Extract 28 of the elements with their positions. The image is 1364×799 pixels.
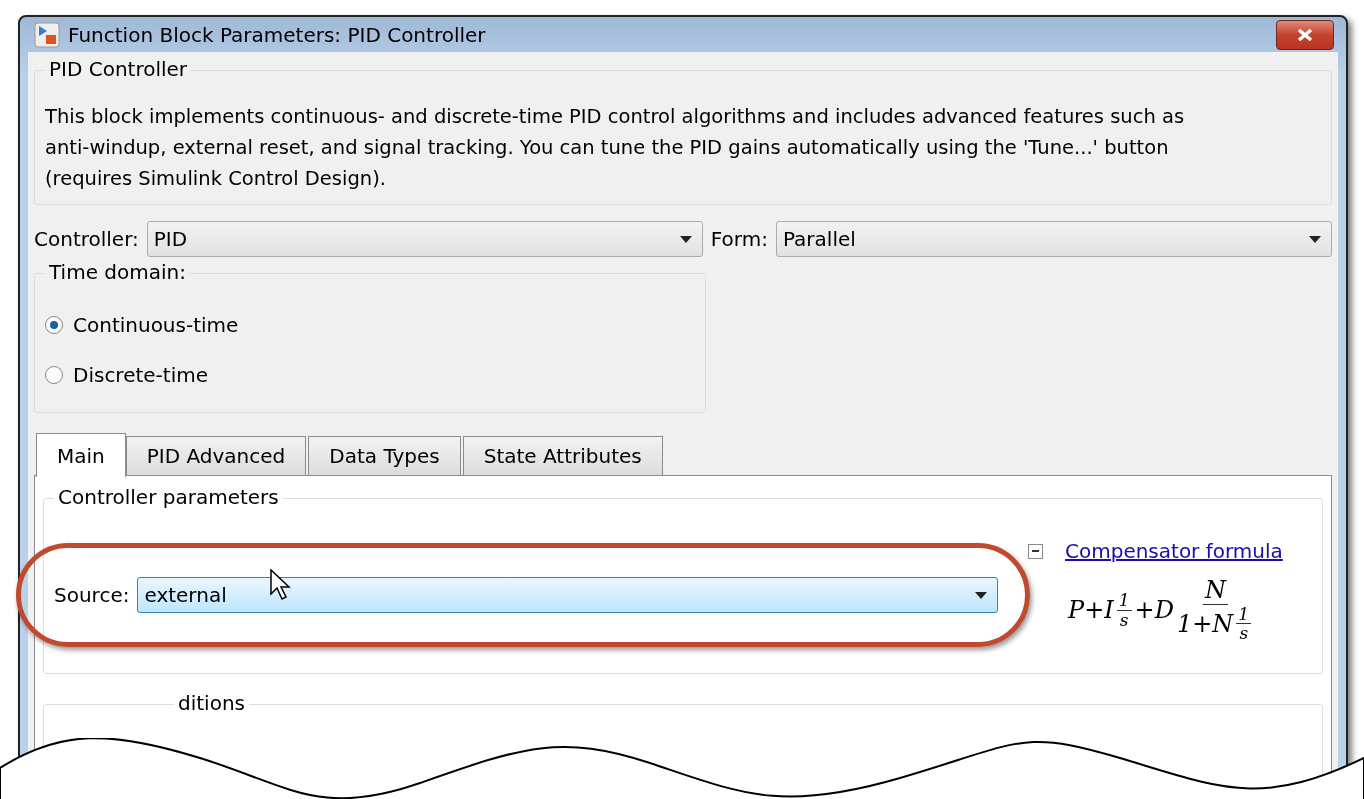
controller-dropdown[interactable]: PID	[146, 221, 703, 258]
radio-label: Discrete-time	[73, 363, 208, 388]
formula-fraction: 1 s	[1116, 590, 1132, 630]
tab[interactable]: Data Types	[308, 436, 461, 477]
field-label: Controller:	[34, 227, 139, 252]
dropdown-caret-icon	[679, 235, 692, 243]
block-diagram-icon	[34, 21, 60, 48]
mouse-pointer-icon	[270, 569, 292, 602]
tab[interactable]: State Attributes	[462, 436, 663, 477]
collapse-toggle[interactable]	[1028, 543, 1043, 559]
dropdown-caret-icon	[975, 591, 987, 599]
description-text: This block implements continuous- and discrete-time PID control algorithms and includes advanced features such as anti-windup, external reset, and signal tracking. You can tune the PID gains automatically using the 'Tune...' button (requires Simulink Control Design).	[45, 104, 1186, 193]
tab[interactable]: Main	[36, 433, 126, 478]
radio-button[interactable]	[45, 366, 63, 385]
field-label: Source:	[54, 583, 130, 608]
compensator-formula-link[interactable]: Compensator formula	[1065, 539, 1283, 564]
formula-text: P+I	[1068, 596, 1114, 625]
dropdown-caret-icon	[1309, 235, 1321, 243]
window-title: Function Block Parameters: PID Controller	[68, 22, 487, 47]
field-label: Form:	[710, 227, 768, 252]
close-icon	[1296, 27, 1314, 42]
close-button[interactable]	[1276, 19, 1334, 50]
radio-button[interactable]	[45, 316, 63, 335]
tab[interactable]: PID Advanced	[125, 436, 307, 477]
formula-text: +D	[1134, 596, 1174, 625]
radio-label: Continuous-time	[73, 313, 239, 338]
form-dropdown[interactable]: Parallel	[775, 221, 1332, 258]
source-dropdown[interactable]: external	[137, 577, 998, 614]
